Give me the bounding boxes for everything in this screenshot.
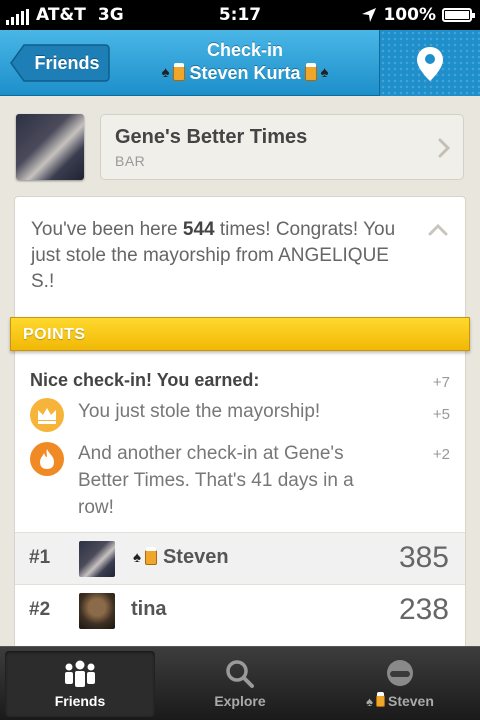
tab-friends[interactable]: Friends — [5, 651, 155, 717]
location-arrow-icon — [362, 8, 377, 22]
tab-label: Explore — [214, 693, 266, 709]
flame-icon — [30, 442, 64, 476]
beer-icon — [144, 547, 157, 565]
points-reason-value: +2 — [432, 446, 450, 463]
tab-profile[interactable]: ♠ Steven — [325, 651, 475, 717]
checkin-count: 544 — [182, 219, 215, 240]
points-reason-text: And another check-in at Gene's Better Ti… — [78, 443, 354, 518]
profile-icon — [387, 660, 413, 686]
status-bar: AT&T 3G 5:17 100% — [0, 0, 480, 30]
leaderboard-name: tina — [131, 598, 167, 620]
map-button[interactable] — [379, 30, 480, 96]
chevron-right-icon — [438, 138, 451, 158]
battery-icon — [442, 8, 475, 22]
spade-icon: ♠ — [366, 693, 373, 709]
user-name: Steven Kurta — [189, 63, 301, 83]
tab-label: Friends — [54, 693, 106, 709]
chevron-up-icon[interactable] — [427, 223, 449, 237]
tab-label-name: Steven — [387, 693, 434, 709]
venue-card[interactable]: Gene's Better Times BAR — [100, 114, 464, 180]
points-reason-text: You just stole the mayorship! — [78, 401, 321, 422]
points-banner-label: POINTS — [23, 326, 86, 343]
leaderboard-row[interactable]: #1 ♠ Steven 385 — [15, 532, 465, 584]
tab-label: ♠ Steven — [325, 692, 475, 709]
points-reason-streak: And another check-in at Gene's Better Ti… — [30, 440, 388, 521]
leaderboard-rank: #2 — [29, 599, 51, 620]
leaderboard-rank: #1 — [29, 547, 51, 568]
back-button-label: Friends — [34, 53, 100, 73]
navigation-bar: Friends Check-in ♠ Steven Kurta ♠ — [0, 30, 480, 96]
beer-icon — [304, 62, 317, 81]
location-pin-icon — [417, 47, 443, 81]
beer-icon — [375, 692, 385, 707]
crown-icon — [30, 398, 64, 432]
leaderboard-score: 238 — [398, 593, 449, 626]
spade-icon: ♠ — [320, 64, 329, 81]
checkin-message: You've been here 544 times! Congrats! Yo… — [31, 219, 396, 292]
nav-title: Check-in ♠ Steven Kurta ♠ — [120, 40, 370, 85]
search-icon — [226, 660, 254, 688]
leaderboard-name: Steven — [162, 546, 229, 568]
venue-name: Gene's Better Times — [115, 126, 308, 148]
points-reason-value: +5 — [432, 406, 450, 423]
back-button-friends[interactable]: Friends — [10, 44, 110, 82]
spade-icon: ♠ — [161, 64, 170, 81]
total-points: +7 — [432, 374, 450, 391]
leaderboard-score: 385 — [398, 541, 449, 574]
leaderboard-row[interactable]: #2 tina 238 — [15, 584, 465, 636]
earned-header: Nice check-in! You earned: — [30, 370, 260, 390]
battery-percent: 100% — [383, 5, 436, 25]
page-title: Check-in — [206, 40, 284, 60]
avatar — [79, 593, 115, 629]
beer-icon — [173, 62, 186, 81]
points-banner: POINTS — [10, 317, 470, 351]
avatar — [79, 541, 115, 577]
points-reason-mayor: You just stole the mayorship! — [30, 398, 388, 432]
tab-bar: Friends Explore ♠ Steven — [0, 646, 480, 720]
friends-icon — [65, 660, 95, 687]
venue-category: BAR — [115, 153, 146, 169]
venue-photo[interactable] — [16, 114, 84, 180]
spade-icon: ♠ — [133, 549, 141, 566]
tab-explore[interactable]: Explore — [165, 651, 315, 717]
